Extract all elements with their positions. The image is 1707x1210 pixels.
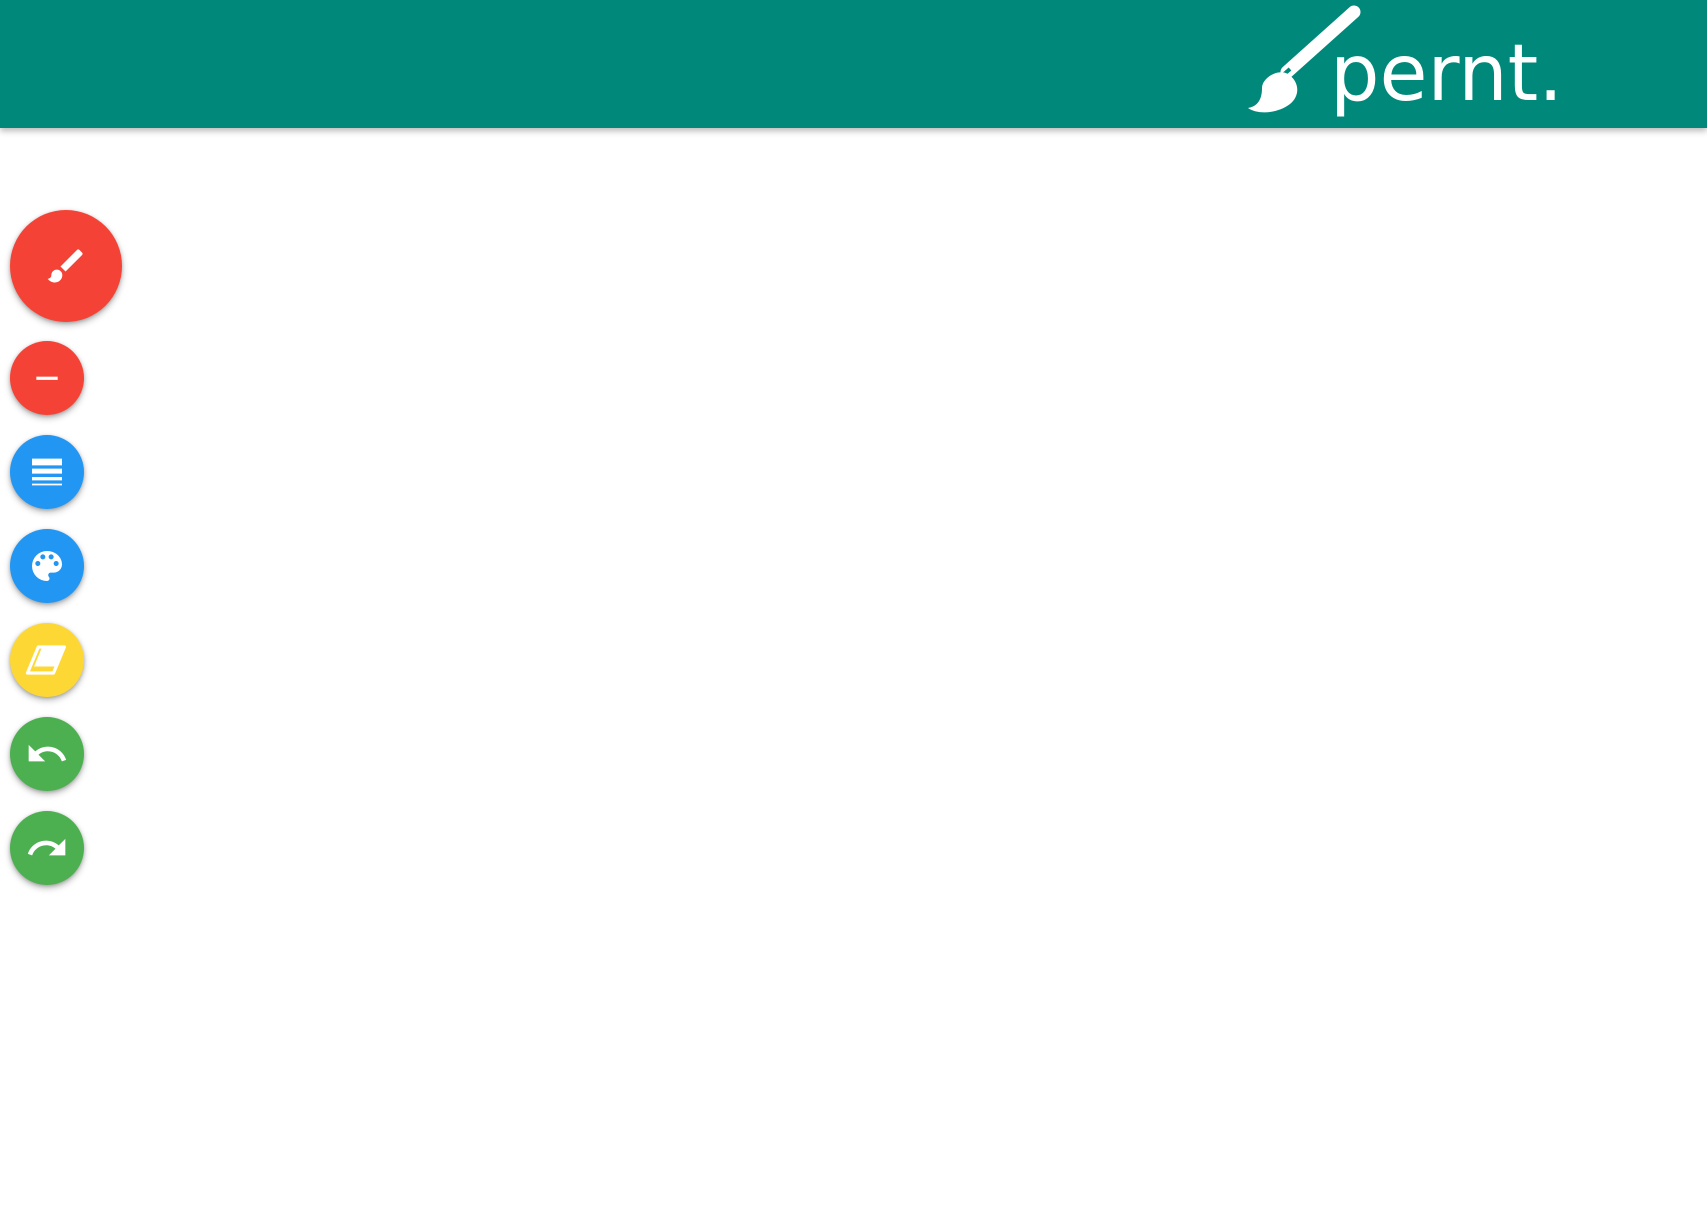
- redo-button[interactable]: [10, 811, 84, 885]
- color-palette-button[interactable]: [10, 529, 84, 603]
- undo-icon: [28, 744, 67, 762]
- eraser-icon: [25, 645, 66, 675]
- redo-icon: [27, 838, 66, 856]
- drawing-canvas[interactable]: [0, 128, 1707, 1210]
- eraser-button[interactable]: [10, 623, 84, 697]
- brush-logo-icon: pernt.: [1248, 5, 1560, 119]
- undo-button[interactable]: [10, 717, 84, 791]
- palette-icon: [32, 551, 62, 581]
- brush-button[interactable]: [10, 210, 122, 322]
- svg-text:pernt.: pernt.: [1330, 29, 1560, 119]
- line-button[interactable]: [10, 341, 84, 415]
- brush-icon: [47, 249, 83, 283]
- minus-icon: [36, 376, 58, 380]
- line-weight-icon: [32, 458, 62, 486]
- app-bar: pernt.: [0, 0, 1707, 128]
- app-logo: pernt.: [1240, 4, 1560, 122]
- line-width-button[interactable]: [10, 435, 84, 509]
